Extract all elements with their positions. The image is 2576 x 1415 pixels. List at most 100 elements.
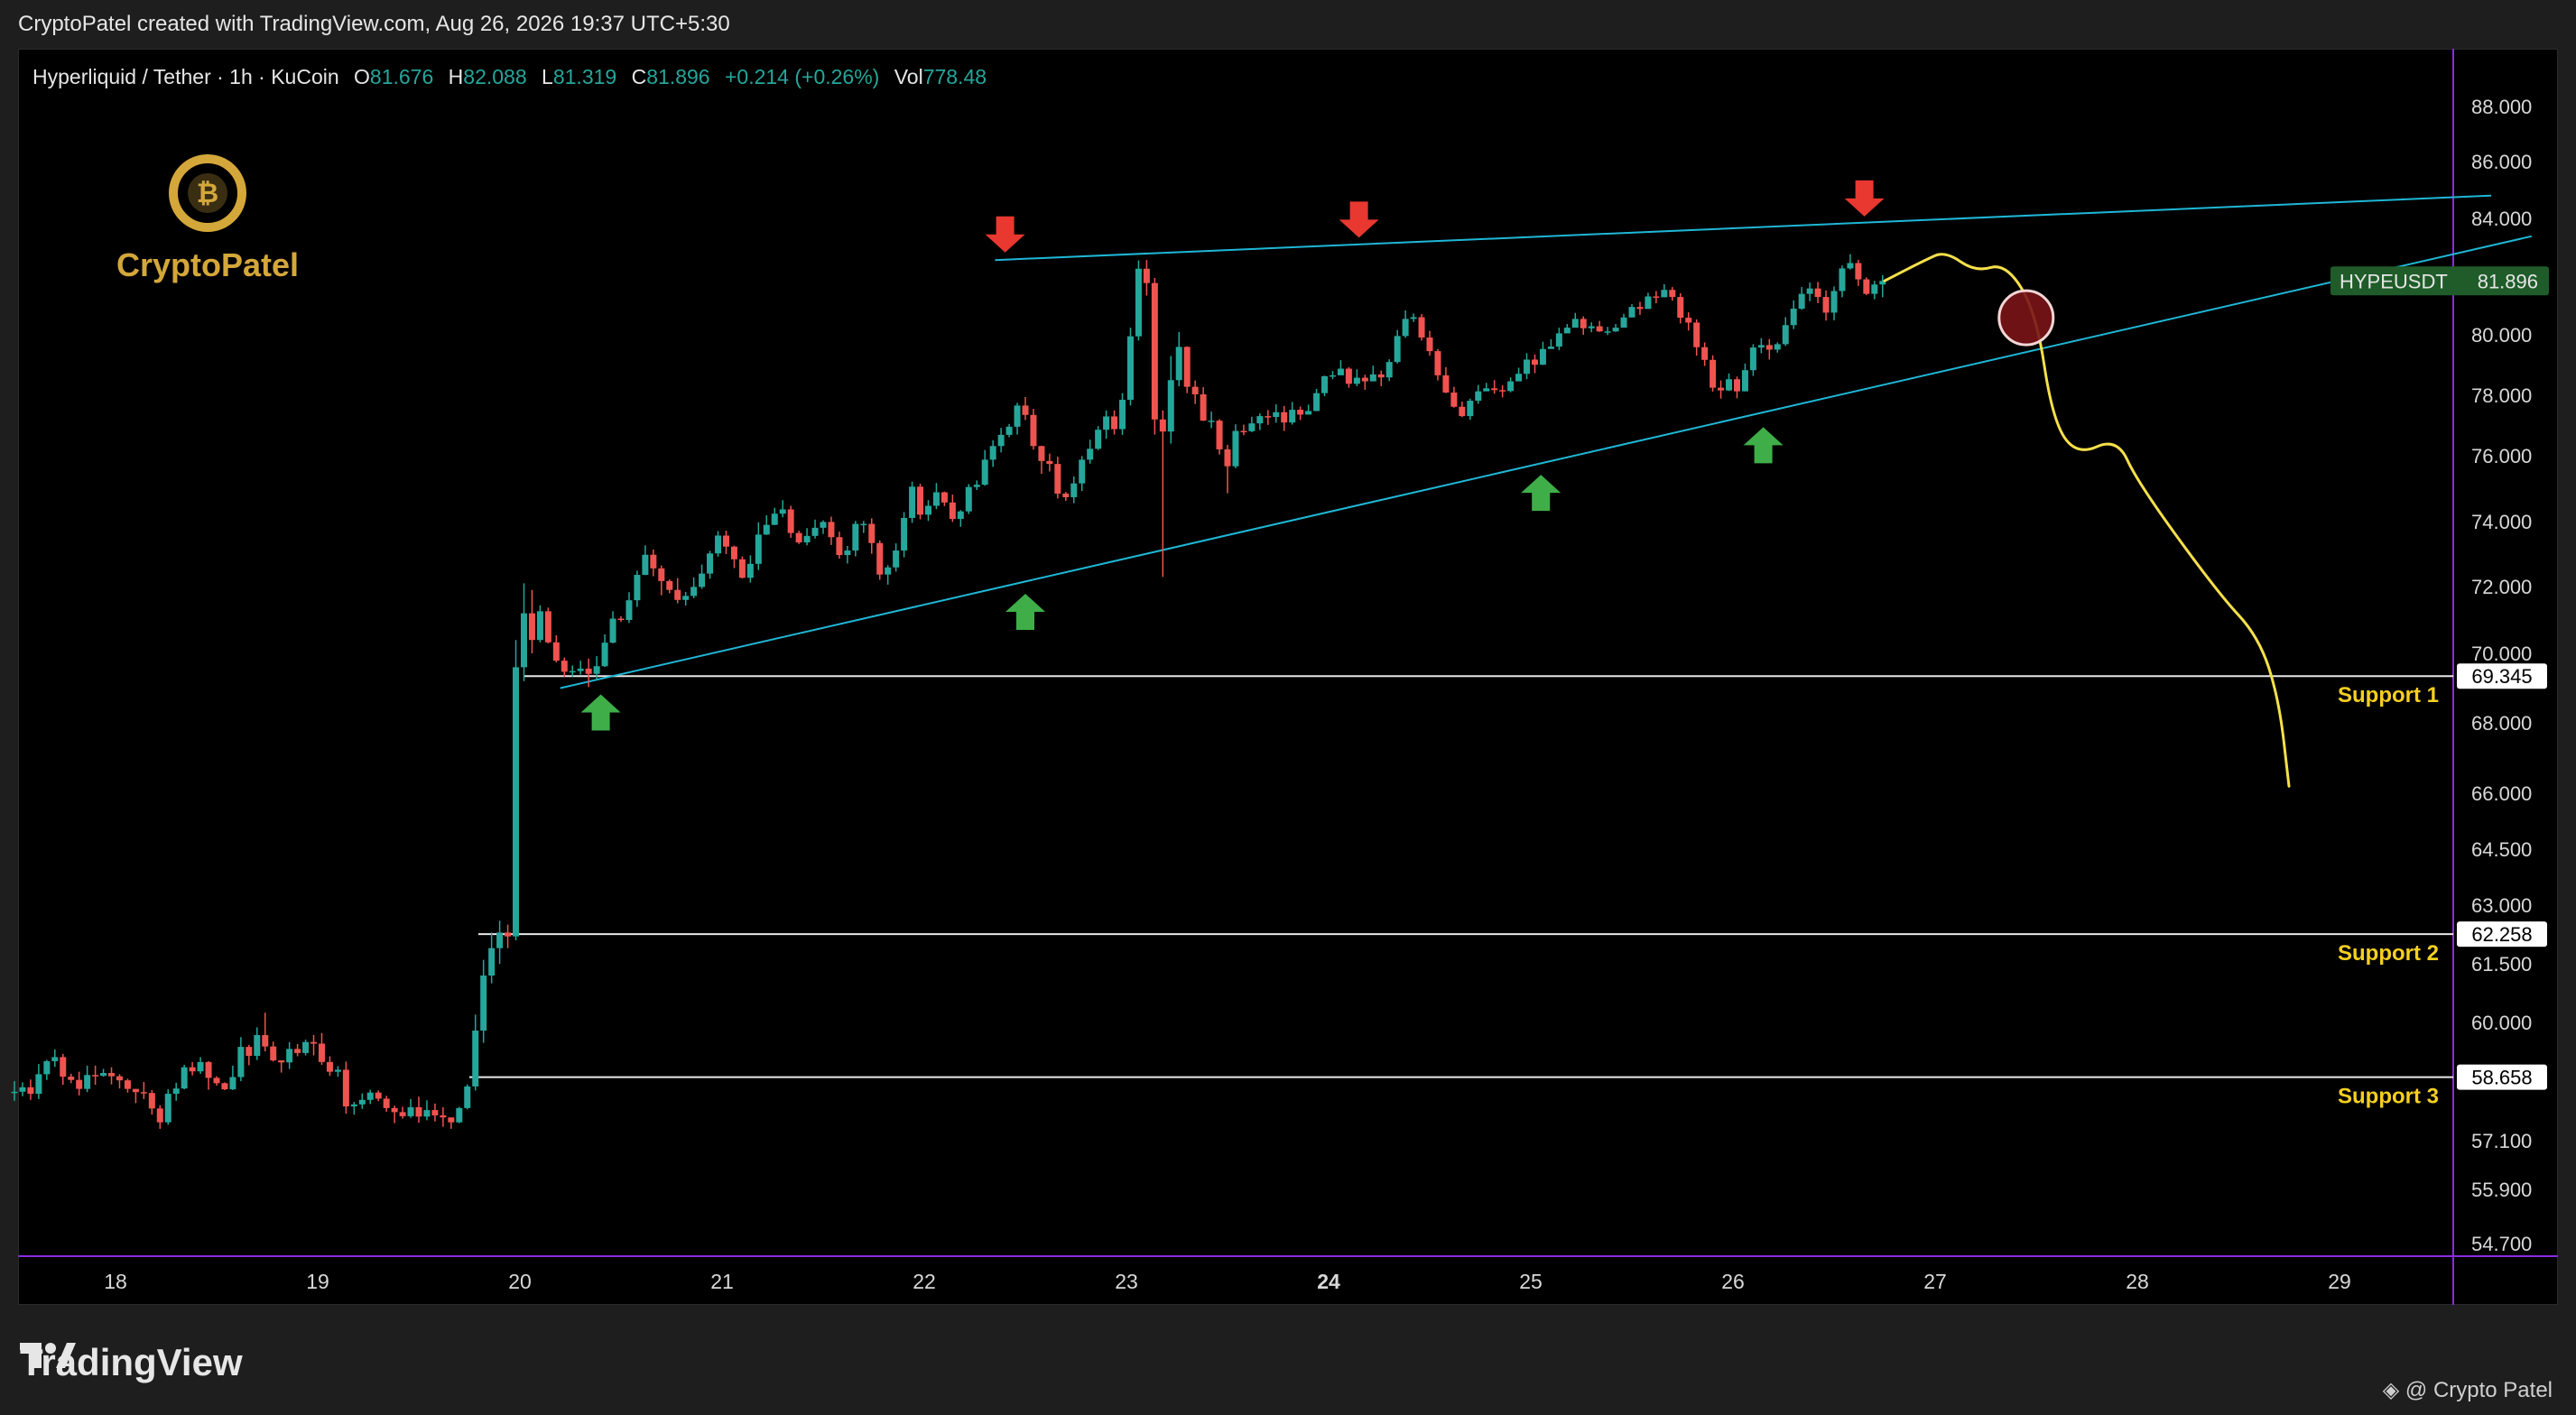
time-tick-label: 20: [508, 1270, 532, 1293]
author-credit: ◈ @ Crypto Patel: [2383, 1377, 2553, 1403]
candle-body: [1661, 290, 1668, 298]
candle-body: [399, 1112, 406, 1116]
candle: [1765, 338, 1773, 360]
candle-body: [1038, 446, 1045, 461]
resistance-touch-arrow: [1339, 201, 1379, 238]
candle: [1693, 319, 1700, 356]
candle-body: [1798, 293, 1805, 310]
candle: [820, 520, 827, 534]
price-tick-label: 72.000: [2471, 576, 2532, 598]
candle-body: [1119, 400, 1126, 430]
candle-body: [803, 535, 811, 543]
candle: [1087, 439, 1094, 464]
candle: [989, 439, 996, 467]
candle-body: [1273, 412, 1280, 418]
candle-body: [1677, 297, 1684, 319]
projected-price-path: [1883, 253, 2291, 788]
candle: [464, 1084, 471, 1110]
candle-body: [601, 643, 608, 667]
candle-body: [1620, 317, 1627, 328]
candle-body: [1329, 375, 1336, 377]
candle: [981, 449, 988, 486]
candle: [326, 1056, 333, 1077]
tradingview-icon: [20, 1343, 76, 1368]
candle-body: [1628, 307, 1635, 318]
candle-body: [1871, 284, 1878, 294]
candle: [1103, 410, 1110, 439]
candle: [213, 1076, 220, 1087]
candle: [658, 565, 665, 596]
candle-body: [674, 589, 681, 600]
candle-body: [221, 1083, 228, 1090]
candle-body: [286, 1049, 293, 1063]
candle-body: [1224, 449, 1231, 467]
candle: [1022, 397, 1029, 421]
candle: [350, 1102, 357, 1115]
candle-body: [1774, 344, 1781, 350]
candle: [270, 1041, 277, 1062]
support-label: Support 3: [2338, 1085, 2439, 1109]
breakdown-circle: [1997, 289, 2055, 347]
candle: [391, 1105, 398, 1124]
candle-body: [366, 1092, 374, 1100]
candle-body: [1095, 430, 1102, 449]
time-tick-label: 26: [1721, 1270, 1745, 1293]
candle: [92, 1065, 99, 1086]
candle: [505, 924, 512, 948]
candle-body: [1232, 430, 1239, 467]
time-tick-label: 25: [1519, 1270, 1543, 1293]
price-tick-label: 68.000: [2471, 712, 2532, 735]
candle-body: [213, 1077, 220, 1084]
candle-body: [456, 1107, 463, 1123]
candle: [1353, 369, 1360, 386]
candle-body: [431, 1110, 439, 1115]
ticker-symbol: HYPEUSDT: [2340, 270, 2448, 292]
candle: [1014, 402, 1021, 435]
candle: [456, 1106, 463, 1124]
open-value: 81.676: [369, 65, 434, 88]
candle-body: [197, 1061, 204, 1072]
candle-body: [1248, 423, 1256, 431]
tradingview-logo[interactable]: TradingView: [20, 1341, 243, 1384]
candle: [1798, 287, 1805, 310]
candle: [763, 515, 770, 535]
candle-body: [1167, 380, 1174, 432]
candle: [124, 1078, 131, 1093]
candle-body: [1757, 345, 1765, 348]
support-trendline: [560, 235, 2533, 689]
candle-body: [1588, 326, 1595, 328]
candle-body: [593, 666, 600, 674]
candle: [1467, 398, 1474, 421]
candle-body: [1765, 345, 1773, 350]
candle: [1459, 402, 1466, 418]
candle: [1790, 300, 1797, 329]
candle: [108, 1067, 116, 1085]
candle: [1369, 365, 1376, 382]
price-tick-label: 66.000: [2471, 782, 2532, 805]
candle: [1450, 386, 1458, 408]
candle: [1216, 419, 1223, 455]
candle-body: [1450, 392, 1458, 407]
candle: [909, 481, 916, 523]
volume-label: Vol: [894, 65, 923, 88]
candle-body: [1216, 421, 1223, 449]
candle: [811, 519, 819, 539]
candle: [730, 545, 737, 569]
candle: [172, 1082, 180, 1101]
candle-body: [480, 976, 487, 1031]
candle: [76, 1071, 83, 1096]
candle-body: [407, 1106, 414, 1116]
price-chart[interactable]: Support 1 69.345 Support 2 62.258 Support 3 5…: [0, 0, 2576, 1415]
support-price-label: 62.258: [2471, 923, 2532, 946]
support-price-label: 69.345: [2471, 665, 2532, 688]
credit-text: @ Crypto Patel: [2405, 1378, 2553, 1402]
candle-body: [189, 1067, 196, 1072]
candle-body: [1046, 460, 1053, 465]
candle-body: [84, 1075, 91, 1089]
svg-text:₿: ₿: [197, 179, 218, 208]
candle: [229, 1065, 236, 1090]
support-touch-arrow: [580, 694, 621, 731]
candle: [1329, 371, 1336, 380]
candle-body: [1353, 377, 1360, 384]
candle: [1126, 328, 1134, 406]
